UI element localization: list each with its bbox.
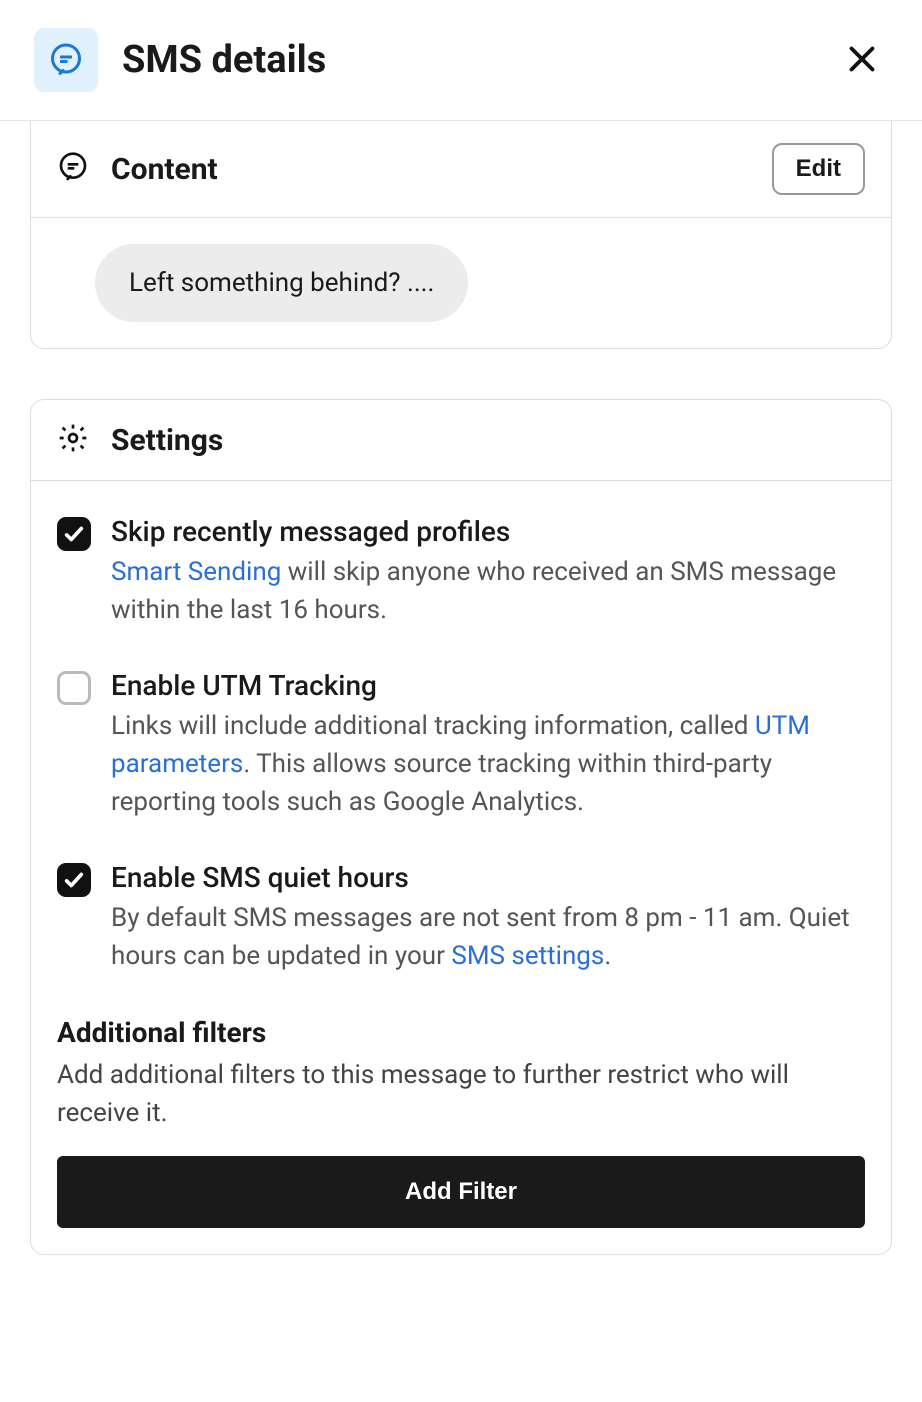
setting-skip-recently-messaged: Skip recently messaged profiles Smart Se…	[57, 515, 865, 629]
smart-sending-link[interactable]: Smart Sending	[111, 557, 281, 587]
content-card-body: Left something behind? ....	[31, 218, 891, 348]
setting-title: Enable UTM Tracking	[111, 669, 865, 702]
setting-quiet-hours: Enable SMS quiet hours By default SMS me…	[57, 861, 865, 975]
additional-filters-title: Additional filters	[57, 1016, 865, 1049]
content-card-title: Content	[111, 152, 218, 187]
content-card-header: Content Edit	[31, 121, 891, 218]
setting-utm-tracking: Enable UTM Tracking Links will include a…	[57, 669, 865, 821]
check-icon	[63, 869, 85, 891]
checkbox-utm-tracking[interactable]	[57, 671, 91, 705]
modal-header: SMS details	[0, 0, 922, 121]
sms-preview-bubble: Left something behind? ....	[95, 244, 468, 322]
add-filter-button[interactable]: Add Filter	[57, 1156, 865, 1228]
edit-button[interactable]: Edit	[772, 143, 865, 195]
settings-card-body: Skip recently messaged profiles Smart Se…	[31, 481, 891, 1254]
setting-description: By default SMS messages are not sent fro…	[111, 900, 865, 975]
additional-filters-description: Add additional filters to this message t…	[57, 1057, 865, 1132]
additional-filters-section: Additional filters Add additional filter…	[57, 1016, 865, 1228]
modal-header-left: SMS details	[34, 28, 326, 92]
setting-description: Smart Sending will skip anyone who recei…	[111, 554, 865, 629]
modal-title: SMS details	[122, 38, 326, 82]
setting-title: Skip recently messaged profiles	[111, 515, 865, 548]
setting-description: Links will include additional tracking i…	[111, 708, 865, 821]
checkbox-skip-recently-messaged[interactable]	[57, 517, 91, 551]
check-icon	[63, 523, 85, 545]
modal-body: Content Edit Left something behind? ....…	[0, 121, 922, 1285]
close-button[interactable]	[840, 37, 884, 84]
sms-settings-link[interactable]: SMS settings	[451, 941, 604, 971]
content-card: Content Edit Left something behind? ....	[30, 121, 892, 349]
close-icon	[844, 41, 880, 77]
settings-card-title: Settings	[111, 423, 223, 458]
content-icon	[57, 151, 89, 187]
settings-card: Settings Skip recently messaged profiles…	[30, 399, 892, 1255]
gear-icon	[57, 422, 89, 458]
settings-card-header: Settings	[31, 400, 891, 481]
sms-icon	[34, 28, 98, 92]
checkbox-quiet-hours[interactable]	[57, 863, 91, 897]
setting-title: Enable SMS quiet hours	[111, 861, 865, 894]
